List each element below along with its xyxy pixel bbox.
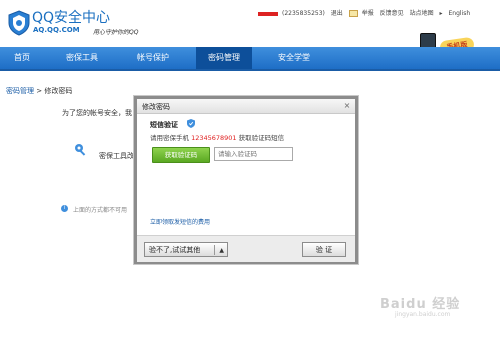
verification-code-input[interactable] [214, 147, 293, 161]
alt-methods-button[interactable]: 验不了,试试其他 ▲ [144, 242, 228, 257]
dialog-title: 修改密码 [142, 103, 170, 111]
shield-icon [187, 119, 195, 128]
dialog-footer: 验不了,试试其他 ▲ 验 证 [137, 235, 355, 262]
close-icon[interactable]: × [343, 101, 351, 110]
sms-fee-link[interactable]: 立即领取发短信的费用 [150, 217, 210, 226]
get-code-button[interactable]: 获取验证码 [152, 147, 210, 163]
sms-prefix: 请用密保手机 [150, 134, 189, 142]
sms-suffix: 获取验证码短信 [238, 134, 285, 142]
phone-number: 12345678901 [191, 134, 237, 142]
baidu-watermark: Baidu 经验 [380, 297, 461, 312]
dialog-titlebar: 修改密码 × [137, 99, 355, 114]
change-password-dialog: 修改密码 × 短信验证 请用密保手机 12345678901 获取验证码短信 获… [134, 96, 358, 264]
sms-verify-heading: 短信验证 [150, 121, 178, 129]
sms-instruction: 请用密保手机 12345678901 获取验证码短信 [150, 132, 284, 142]
verify-button[interactable]: 验 证 [302, 242, 346, 257]
divider [214, 245, 215, 255]
caret-up-icon: ▲ [219, 247, 224, 254]
watermark-url: jingyan.baidu.com [395, 311, 451, 318]
alt-methods-label: 验不了,试试其他 [149, 246, 201, 254]
